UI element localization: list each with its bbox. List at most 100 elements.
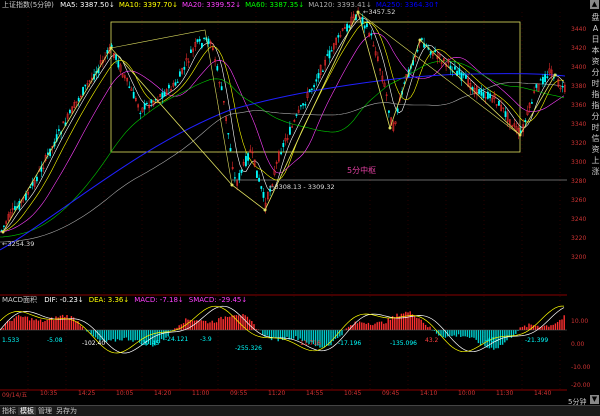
time-tick: 10:35 xyxy=(40,390,58,397)
candle-body xyxy=(174,82,177,86)
candle-body xyxy=(233,177,236,179)
zigzag-point xyxy=(356,10,360,14)
macd-legend-item: DIF: -0.23↓ xyxy=(44,296,84,304)
candle-body xyxy=(546,76,549,79)
macd-value: -21.399 xyxy=(525,337,549,344)
candle-body xyxy=(531,102,533,104)
zigzag-path xyxy=(2,10,556,233)
candle-body xyxy=(313,85,315,88)
time-tick: 14:55 xyxy=(306,390,324,397)
candle-body xyxy=(396,108,399,113)
macd-legend-items: DIF: -0.23↓ DEA: 3.36↓ MACD: -7.18↓ SMACD: … xyxy=(44,296,252,304)
candle-body xyxy=(115,54,118,60)
candle-body xyxy=(535,84,538,88)
moving-average-lines xyxy=(0,17,566,251)
candle-body xyxy=(77,97,80,102)
ma-line xyxy=(0,60,565,238)
price-tick: 3200 xyxy=(571,254,587,261)
candle-body xyxy=(143,103,146,110)
macd-legend-item: MACD: -7.18↓ xyxy=(134,296,184,304)
time-tick: 14:10 xyxy=(420,390,438,397)
time-axis: 09/14/五 10:35 14:25 10:05 14:20 11:00 09:55 11:… xyxy=(0,390,567,402)
candle-body xyxy=(542,77,544,85)
time-tick: 11:30 xyxy=(496,390,514,397)
candle-body xyxy=(132,92,135,99)
legend-title: 上证指数(5分钟) xyxy=(2,1,54,9)
candle-body xyxy=(247,153,249,161)
tab-0[interactable]: 指标 xyxy=(0,407,18,415)
time-tick: 09/14/五 xyxy=(2,392,28,399)
zigzag-aux xyxy=(110,29,233,186)
tab-2[interactable]: 管理 xyxy=(36,407,54,415)
scroll-down-icon[interactable]: ▼ xyxy=(590,395,599,404)
candle-body xyxy=(238,173,241,180)
candle-body xyxy=(454,66,456,70)
candle-body xyxy=(117,60,120,68)
pivot-box xyxy=(110,21,521,153)
candle-body xyxy=(458,68,461,75)
macd-value: -45 xyxy=(485,337,495,344)
candle-body xyxy=(163,91,166,97)
time-tick: 11:00 xyxy=(192,390,210,397)
side-char: 盘 xyxy=(591,13,600,22)
zigzag-point xyxy=(418,38,422,42)
side-char: 涨 xyxy=(591,167,600,176)
macd-tick: 10.00 xyxy=(571,318,589,325)
macd-legend: MACD面积 DIF: -0.23↓ DEA: 3.36↓ MACD: -7.18↓… xyxy=(2,295,257,305)
price-tick: 3280 xyxy=(571,178,587,185)
zigzag-point xyxy=(388,126,392,130)
zigzag-point xyxy=(109,46,113,50)
time-tick: 09:55 xyxy=(230,390,248,397)
candle-body xyxy=(150,99,153,104)
candle-body xyxy=(302,103,304,106)
candle-body xyxy=(348,25,351,28)
candle-body xyxy=(207,38,210,45)
candle-body xyxy=(139,112,142,115)
candle-body xyxy=(176,81,179,83)
zigzag-point xyxy=(263,208,267,212)
candle-body xyxy=(429,51,432,55)
tab-3[interactable]: 另存为 xyxy=(54,407,79,415)
pivot-label: 5分中枢 xyxy=(347,166,377,175)
bottom-tab-bar: 指标 模板 管理 另存为 xyxy=(0,405,600,416)
macd-value: -255.326 xyxy=(235,345,262,352)
legend-item: MA10: 3397.70↓ xyxy=(118,1,178,9)
high-annotation: ←3457.52 xyxy=(363,8,396,16)
ma-line xyxy=(0,32,565,233)
price-tick: 3300 xyxy=(571,159,587,166)
macd-value: -24.121 xyxy=(165,336,189,343)
candle-body xyxy=(480,89,483,96)
candle-body xyxy=(308,89,311,93)
price-tick: 3220 xyxy=(571,235,587,242)
macd-title: MACD面积 xyxy=(2,296,37,304)
macd-value: 11.716 xyxy=(300,340,321,347)
macd-legend-item: SMACD: -29.45↓ xyxy=(188,296,248,304)
side-panel-text[interactable]: 盘A日本资分时指指分时信资上涨 xyxy=(591,12,600,177)
time-tick: 09:45 xyxy=(382,390,400,397)
side-char: 资 xyxy=(591,145,600,154)
candle-body xyxy=(244,156,247,167)
candle-body xyxy=(58,129,60,131)
time-tick: 10:05 xyxy=(116,390,134,397)
legend-item: MA5: 3387.50↓ xyxy=(60,1,115,9)
candle-body xyxy=(3,225,5,227)
candle-body xyxy=(216,66,219,71)
candle-body xyxy=(434,50,436,53)
candle-body xyxy=(183,66,186,70)
candlesticks xyxy=(0,7,566,233)
tab-1[interactable]: 模板 xyxy=(18,407,36,415)
candle-body xyxy=(311,88,313,90)
candle-body xyxy=(258,177,260,182)
candle-body xyxy=(128,86,131,88)
ma-line xyxy=(0,17,565,233)
candle-body xyxy=(145,102,148,105)
zigzag-point xyxy=(518,133,522,137)
candle-body xyxy=(315,79,318,82)
candle-body xyxy=(161,92,164,99)
candle-body xyxy=(200,43,203,48)
low-value: 3254.39 xyxy=(7,240,35,248)
macd-tick: 0.00 xyxy=(571,341,585,348)
candle-body xyxy=(504,111,507,117)
scroll-up-icon[interactable]: ▲ xyxy=(590,0,599,9)
low-annotation: ←3254.39 xyxy=(2,240,35,248)
